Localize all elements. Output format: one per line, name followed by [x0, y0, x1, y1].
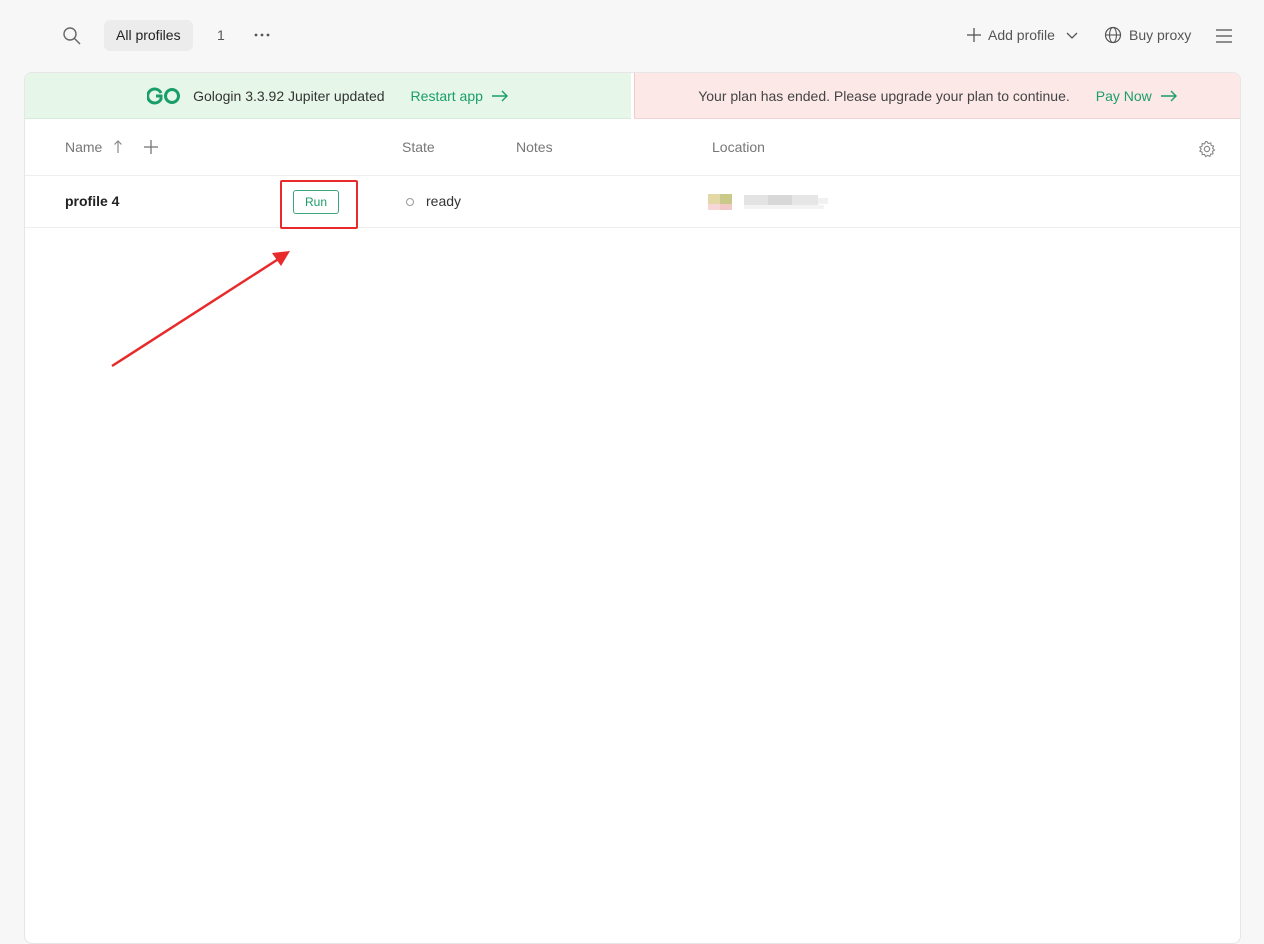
arrow-right-icon [1160, 90, 1177, 101]
gear-icon[interactable] [1198, 140, 1216, 158]
restart-app-link[interactable]: Restart app [411, 88, 509, 104]
plan-expired-banner: Your plan has ended. Please upgrade your… [634, 73, 1240, 119]
run-button[interactable]: Run [293, 190, 339, 214]
profile-name[interactable]: profile 4 [65, 193, 119, 209]
tab-profile-count[interactable]: 1 [217, 27, 225, 43]
arrow-right-icon [491, 90, 508, 101]
update-banner: Gologin 3.3.92 Jupiter updated Restart a… [25, 73, 631, 119]
add-profile-button[interactable]: Add profile [966, 25, 1079, 45]
blurred-location [708, 194, 828, 210]
table-header: Name State Notes Location [25, 119, 1240, 176]
column-header-state[interactable]: State [402, 139, 435, 155]
column-header-location[interactable]: Location [712, 139, 765, 155]
profiles-panel: Gologin 3.3.92 Jupiter updated Restart a… [24, 72, 1241, 944]
profile-state: ready [426, 193, 462, 209]
add-profile-label: Add profile [988, 27, 1055, 43]
top-toolbar: All profiles 1 Add profile Buy proxy [0, 0, 1264, 70]
state-indicator-icon [406, 198, 414, 206]
pay-now-link[interactable]: Pay Now [1096, 88, 1178, 104]
gologin-logo-icon [147, 87, 181, 104]
hamburger-menu-icon[interactable] [1216, 28, 1232, 44]
buy-proxy-label: Buy proxy [1129, 27, 1192, 43]
more-dots-icon[interactable] [253, 26, 271, 44]
tab-all-profiles[interactable]: All profiles [104, 20, 193, 51]
add-column-icon[interactable] [144, 140, 158, 154]
buy-proxy-button[interactable]: Buy proxy [1104, 25, 1191, 45]
plan-message: Your plan has ended. Please upgrade your… [698, 87, 1070, 104]
sort-ascending-icon[interactable] [113, 140, 123, 154]
plus-icon [967, 28, 981, 42]
restart-app-label: Restart app [410, 87, 483, 104]
globe-icon [1104, 26, 1122, 44]
chevron-down-icon[interactable] [1065, 28, 1079, 42]
update-message: Gologin 3.3.92 Jupiter updated [193, 87, 385, 104]
column-header-notes[interactable]: Notes [516, 139, 553, 155]
pay-now-label: Pay Now [1095, 87, 1152, 104]
column-header-name[interactable]: Name [65, 139, 102, 155]
table-row[interactable]: profile 4 Run ready [25, 176, 1240, 229]
search-icon[interactable] [62, 26, 82, 46]
